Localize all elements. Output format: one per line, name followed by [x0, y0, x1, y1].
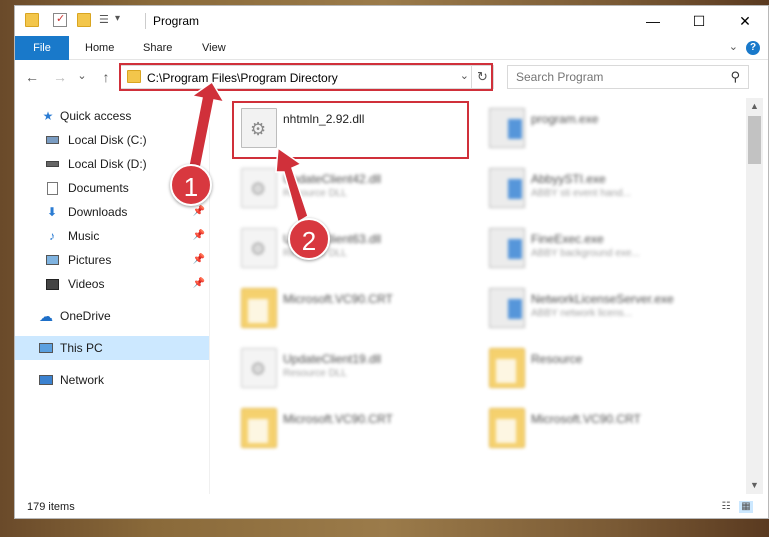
- title-separator: [145, 13, 146, 29]
- exe-file-icon: [489, 108, 525, 148]
- file-item[interactable]: Microsoft.VC90.CRT: [233, 404, 473, 456]
- vertical-scrollbar[interactable]: ▲ ▼: [746, 98, 763, 494]
- folder-icon: [241, 408, 277, 448]
- search-box[interactable]: ⚲: [507, 65, 749, 89]
- back-button[interactable]: ←: [23, 69, 41, 85]
- maximize-button[interactable]: ☐: [676, 6, 722, 36]
- drive-icon: [45, 157, 59, 171]
- file-item[interactable]: UpdateClient42.dll Resource DLL: [233, 164, 473, 216]
- sidebar-item-music[interactable]: ♪ Music 📌: [15, 224, 209, 248]
- sidebar-item-downloads[interactable]: ⬇ Downloads 📌: [15, 200, 209, 224]
- sidebar-item-videos[interactable]: Videos 📌: [15, 272, 209, 296]
- sidebar-item-network[interactable]: Network: [15, 368, 209, 392]
- folder-icon: [489, 348, 525, 388]
- exe-file-icon: [489, 228, 525, 268]
- expand-ribbon-icon[interactable]: ⌄: [729, 40, 738, 53]
- download-icon: ⬇: [46, 205, 58, 219]
- search-icon[interactable]: ⚲: [730, 69, 740, 85]
- scroll-up-icon[interactable]: ▲: [746, 98, 763, 115]
- dll-file-icon: [241, 168, 277, 208]
- close-button[interactable]: ✕: [722, 6, 768, 36]
- item-count: 179 items: [27, 501, 75, 513]
- step-2-badge: 2: [288, 218, 330, 260]
- navigation-pane: ★ Quick access Local Disk (C:) Local Dis…: [15, 98, 209, 494]
- search-input[interactable]: [508, 66, 718, 88]
- folder-icon: [241, 288, 277, 328]
- tab-home[interactable]: Home: [73, 36, 126, 60]
- pictures-icon: [45, 253, 59, 267]
- pin-icon[interactable]: 📌: [193, 248, 205, 272]
- file-item[interactable]: NetworkLicenseServer.exe ABBY network li…: [481, 284, 721, 336]
- title-bar: ✓ ☰ ▾ Program — ☐ ✕: [15, 6, 768, 36]
- cloud-icon: ☁: [39, 308, 53, 324]
- file-item[interactable]: UpdateClient63.dll Resource DLL: [233, 224, 473, 276]
- star-icon: ★: [42, 109, 54, 123]
- exe-file-icon: [489, 288, 525, 328]
- large-icons-view-icon[interactable]: ▦: [739, 501, 753, 513]
- chevron-down-icon[interactable]: ▾: [115, 13, 129, 27]
- computer-icon: [39, 341, 53, 355]
- sidebar-item-quick-access[interactable]: ★ Quick access: [15, 104, 209, 128]
- file-item[interactable]: program.exe: [481, 104, 721, 156]
- file-item[interactable]: AbbyySTI.exe ABBY sti event hand...: [481, 164, 721, 216]
- recent-locations-button[interactable]: ⌄: [73, 69, 91, 82]
- ribbon-tabs: File Home Share View ⌄ ?: [15, 36, 768, 60]
- file-highlight: [232, 101, 469, 159]
- step-1-badge: 1: [170, 164, 212, 206]
- status-bar: 179 items ☷ ▦: [15, 496, 768, 518]
- minimize-button[interactable]: —: [630, 6, 676, 36]
- window-title: Program: [153, 14, 200, 28]
- properties-icon[interactable]: ✓: [53, 13, 67, 27]
- file-item[interactable]: Microsoft.VC90.CRT: [481, 404, 721, 456]
- videos-icon: [45, 277, 59, 291]
- document-icon: [45, 181, 59, 195]
- up-button[interactable]: ↑: [97, 69, 115, 85]
- details-view-icon[interactable]: ☷: [719, 501, 733, 513]
- pin-icon[interactable]: 📌: [193, 272, 205, 296]
- music-icon: ♪: [49, 229, 55, 243]
- folder-icon: [489, 408, 525, 448]
- scroll-down-icon[interactable]: ▼: [746, 477, 763, 494]
- address-bar-highlight: [119, 63, 493, 91]
- file-item[interactable]: UpdateClient19.dll Resource DLL: [233, 344, 473, 396]
- sidebar-item-onedrive[interactable]: ☁ OneDrive: [15, 304, 209, 328]
- dll-file-icon: [241, 228, 277, 268]
- pin-icon[interactable]: 📌: [193, 224, 205, 248]
- new-folder-icon[interactable]: [77, 13, 91, 27]
- tab-view[interactable]: View: [190, 36, 238, 60]
- sidebar-item-pictures[interactable]: Pictures 📌: [15, 248, 209, 272]
- customize-toolbar-icon[interactable]: ☰: [99, 13, 113, 27]
- pane-divider[interactable]: [209, 98, 210, 494]
- tab-share[interactable]: Share: [131, 36, 184, 60]
- file-item[interactable]: Resource: [481, 344, 721, 396]
- sidebar-item-this-pc[interactable]: This PC: [15, 336, 209, 360]
- tab-file[interactable]: File: [15, 36, 69, 60]
- file-item[interactable]: FineExec.exe ABBY background exe...: [481, 224, 721, 276]
- file-item[interactable]: Microsoft.VC90.CRT: [233, 284, 473, 336]
- exe-file-icon: [489, 168, 525, 208]
- sidebar-item-local-disk-c[interactable]: Local Disk (C:): [15, 128, 209, 152]
- scroll-thumb[interactable]: [748, 116, 761, 164]
- folder-icon: [25, 13, 39, 27]
- network-icon: [39, 373, 53, 387]
- forward-button[interactable]: →: [51, 69, 69, 85]
- dll-file-icon: [241, 348, 277, 388]
- help-icon[interactable]: ?: [746, 41, 760, 55]
- drive-icon: [45, 133, 59, 147]
